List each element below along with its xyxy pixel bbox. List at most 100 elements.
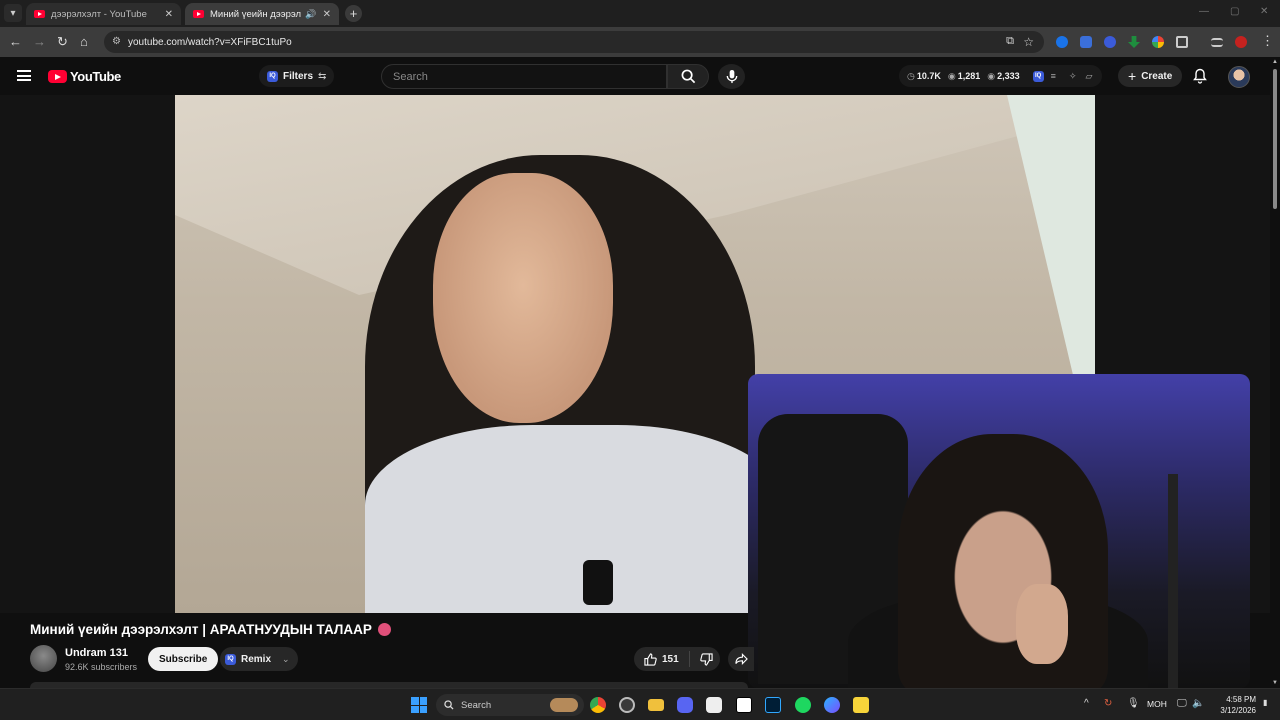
browser-tab-2[interactable]: Миний үеийн дээрэлхэлт | 🔊 ✕ — [185, 3, 339, 25]
dislike-button[interactable] — [690, 652, 713, 666]
page-scrollbar[interactable]: ▲ ▼ — [1270, 57, 1280, 688]
streamer-head — [898, 434, 1108, 688]
menu-icon[interactable] — [17, 70, 31, 81]
tab-search-menu-icon[interactable]: ▾ — [4, 4, 22, 22]
profile-icon[interactable] — [1235, 36, 1247, 48]
reading-list-icon[interactable] — [1211, 38, 1223, 47]
filters-button[interactable]: IQ Filters ⇆ — [259, 65, 335, 87]
file-explorer-icon[interactable] — [648, 699, 664, 711]
home-icon[interactable]: ⌂ — [80, 34, 88, 49]
clock-date: 3/12/2026 — [1220, 706, 1256, 715]
youtube-logo-text: YouTube — [70, 69, 121, 84]
list-icon[interactable]: ≡ — [1051, 71, 1056, 81]
tray-app-icon[interactable]: ↻ — [1104, 698, 1112, 709]
emoji-icon — [377, 623, 391, 636]
tab-title: Миний үеийн дээрэлхэлт | — [210, 8, 302, 20]
webcam-overlay — [748, 374, 1250, 688]
streamer-hand — [1016, 584, 1068, 664]
scroll-up-icon[interactable]: ▲ — [1272, 59, 1278, 65]
forward-icon[interactable]: → — [33, 34, 46, 49]
create-button[interactable]: + Create — [1118, 65, 1183, 87]
likes-count: 1,281 — [957, 70, 981, 81]
youtube-favicon-icon — [34, 10, 45, 18]
channel-avatar[interactable] — [30, 645, 57, 672]
install-app-icon[interactable]: ⧉ — [1006, 35, 1014, 48]
remix-label: Remix — [241, 653, 272, 665]
close-tab-icon[interactable]: ✕ — [165, 9, 173, 20]
plus-icon: + — [1128, 68, 1137, 84]
address-bar[interactable]: ⚙ youtube.com/watch?v=XFiFBC1tuPo ⧉ ☆ — [104, 31, 1044, 53]
tab-title: дээрэлхэлт - YouTube — [51, 8, 147, 20]
video-lapel-mic — [583, 560, 613, 605]
tray-overflow-icon[interactable]: ^ — [1084, 698, 1089, 709]
browser-tab-1[interactable]: дээрэлхэлт - YouTube ✕ — [26, 3, 181, 25]
network-icon[interactable]: 🖵 — [1177, 698, 1187, 709]
youtube-logo[interactable]: YouTube — [48, 69, 121, 84]
youtube-play-icon — [48, 70, 67, 83]
notifications-bell-icon[interactable] — [1193, 68, 1207, 84]
download-icon[interactable] — [1128, 36, 1140, 48]
windows-start-icon[interactable] — [411, 697, 427, 713]
photoshop-icon[interactable] — [765, 697, 781, 713]
chrome-icon[interactable] — [590, 697, 606, 713]
copilot-icon[interactable] — [824, 697, 840, 713]
obs-icon[interactable] — [619, 697, 635, 713]
remix-button[interactable]: IQ Remix ⌄ — [220, 647, 298, 671]
speaker-icon[interactable]: 🔊 — [305, 9, 316, 20]
extensions-puzzle-icon[interactable] — [1176, 36, 1188, 48]
eye-icon: ◉ — [987, 70, 996, 81]
voice-search-button[interactable] — [718, 64, 745, 89]
chat-icon[interactable]: ▱ — [1085, 71, 1092, 82]
thumbs-down-icon — [699, 652, 713, 666]
taskbar-clock[interactable]: 4:58 PM 3/12/2026 — [1210, 694, 1256, 716]
bookmark-star-icon[interactable]: ☆ — [1023, 35, 1034, 49]
scroll-down-icon[interactable]: ▼ — [1272, 680, 1278, 686]
extension-icon[interactable] — [1080, 36, 1092, 48]
close-window-icon[interactable]: ✕ — [1260, 6, 1268, 17]
url-text: youtube.com/watch?v=XFiFBC1tuPo — [128, 36, 292, 48]
subscribe-button[interactable]: Subscribe — [148, 647, 219, 671]
search-icon — [681, 69, 695, 84]
extension-icon[interactable] — [1056, 36, 1068, 48]
new-tab-button[interactable]: + — [345, 5, 362, 22]
scrollbar-thumb[interactable] — [1273, 69, 1277, 209]
input-language[interactable]: МОН — [1147, 699, 1167, 709]
notion-icon[interactable] — [736, 697, 752, 713]
close-tab-icon[interactable]: ✕ — [323, 9, 331, 20]
mic-stand — [1168, 474, 1178, 688]
spotify-icon[interactable] — [795, 697, 811, 713]
search-input[interactable]: Search — [381, 64, 667, 89]
extension-icon[interactable] — [1152, 36, 1164, 48]
back-icon[interactable]: ← — [9, 34, 22, 49]
subscriber-count: 92.6K subscribers — [65, 662, 138, 672]
maximize-icon[interactable]: ▢ — [1230, 6, 1239, 17]
site-info-icon[interactable]: ⚙ — [112, 36, 121, 47]
channel-name[interactable]: Undram 131 — [65, 647, 128, 659]
extension-badge-icon[interactable]: IQ — [1032, 70, 1044, 82]
comments-count: 2,333 — [997, 70, 1020, 81]
youtube-header: YouTube IQ Filters ⇆ Search ◷ 10.7K ◉ 1,28… — [0, 57, 1270, 95]
minimize-icon[interactable]: — — [1199, 6, 1209, 17]
video-person-face — [433, 173, 613, 423]
share-button[interactable] — [728, 647, 754, 671]
capcut-icon[interactable] — [706, 697, 722, 713]
ai-icon[interactable]: ✧ — [1069, 71, 1077, 82]
windows-taskbar: Search ^ ↻ 🎙 МОН 🖵 🔈 4:58 PM 3/12/2026 ▮ — [0, 688, 1280, 720]
taskbar-search[interactable]: Search — [436, 694, 584, 716]
views-count: 10.7K — [916, 70, 941, 81]
discord-icon[interactable] — [677, 697, 693, 713]
chevron-down-icon[interactable]: ⌄ — [282, 654, 290, 665]
search-button[interactable] — [667, 64, 709, 89]
account-avatar[interactable] — [1228, 66, 1250, 88]
notification-center-icon[interactable]: ▮ — [1263, 698, 1267, 707]
search-icon — [444, 700, 454, 710]
extension-icon[interactable] — [1104, 36, 1116, 48]
create-label: Create — [1141, 70, 1173, 82]
tray-mic-icon[interactable]: 🎙 — [1127, 698, 1140, 709]
like-button[interactable]: 151 — [634, 651, 690, 667]
more-menu-icon[interactable]: ⋮ — [1261, 33, 1274, 49]
microphone-icon — [726, 69, 737, 84]
sticky-notes-icon[interactable] — [853, 697, 869, 713]
volume-icon[interactable]: 🔈 — [1192, 698, 1204, 709]
reload-icon[interactable]: ↻ — [57, 34, 68, 50]
